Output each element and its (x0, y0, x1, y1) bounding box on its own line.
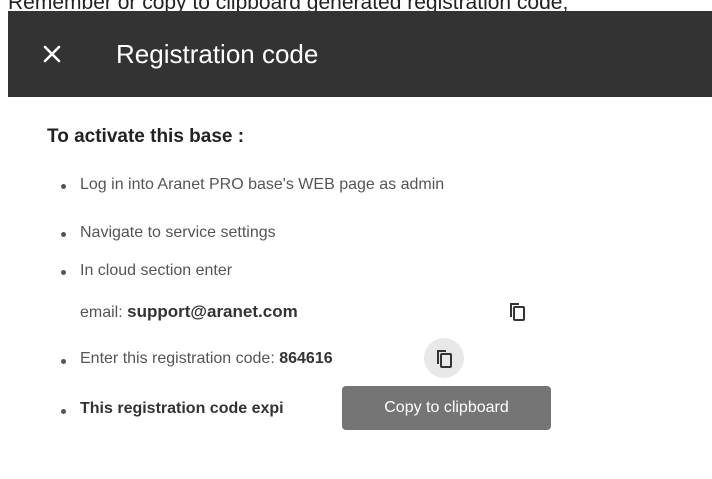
step4-text: Enter this registration code: 864616 (80, 350, 333, 368)
copy-tooltip: Copy to clipboard (342, 386, 551, 430)
bullet (61, 359, 66, 364)
step3-text: In cloud section enter (80, 262, 233, 279)
instructions-heading: To activate this base : (47, 126, 245, 147)
email-value: support@aranet.com (127, 302, 298, 321)
registration-code: 864616 (279, 350, 333, 367)
email-label: email: (80, 304, 123, 321)
step2-text: Navigate to service settings (80, 224, 276, 241)
dialog-title: Registration code (116, 39, 319, 69)
dialog-header: Registration code (8, 11, 712, 97)
step1-text: Log in into Aranet PRO base's WEB page a… (80, 176, 445, 193)
bullet (61, 232, 66, 237)
copy-icon (510, 303, 525, 321)
bullet (61, 184, 66, 189)
code-prefix: Enter this registration code: (80, 350, 275, 367)
email-line: email: support@aranet.com (80, 302, 298, 322)
close-button[interactable] (36, 38, 68, 70)
copy-code-button[interactable] (424, 338, 464, 378)
copy-icon (437, 350, 452, 368)
close-icon (43, 45, 61, 63)
bullet (61, 270, 66, 275)
expiry-note: This registration code expi (80, 400, 284, 417)
copy-email-button[interactable] (505, 299, 529, 323)
bullet (61, 409, 66, 414)
